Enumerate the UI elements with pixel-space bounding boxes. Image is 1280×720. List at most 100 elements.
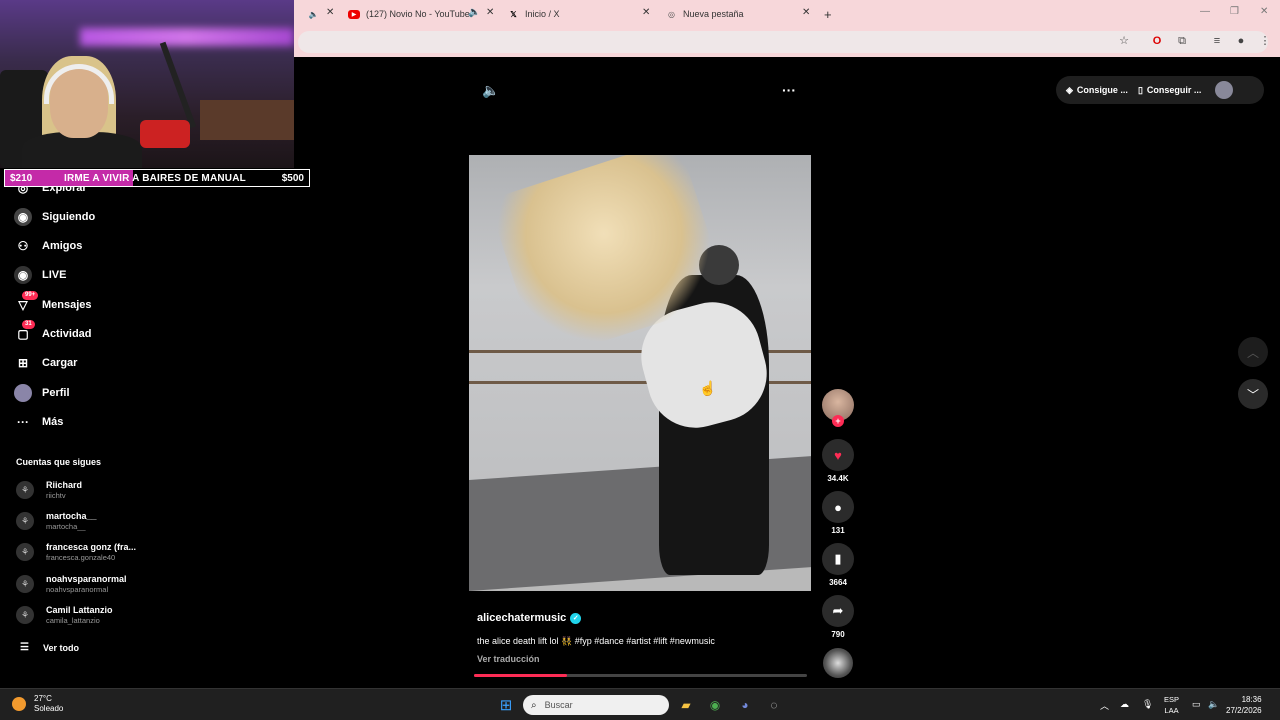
- sidebar-item-perfil[interactable]: Perfil: [14, 382, 70, 404]
- clock[interactable]: 18:36 27/2/2026: [1226, 694, 1262, 716]
- profile-icon[interactable]: ●: [1234, 34, 1248, 48]
- lang-layout: LAA: [1164, 706, 1179, 715]
- share-action[interactable]: ➦ 790: [822, 595, 854, 639]
- maximize-icon[interactable]: ❐: [1230, 6, 1239, 17]
- x-logo-icon: 𝕏: [510, 9, 517, 19]
- sidebar-item-label: Siguiendo: [42, 211, 96, 223]
- tab-youtube-title[interactable]: ▶ (127) Novio No - YouTube 🔈 ✕: [348, 4, 498, 24]
- following-account[interactable]: ⚘ martocha__ martocha__: [16, 511, 97, 531]
- see-translation-link[interactable]: Ver traducción: [477, 654, 540, 664]
- sidebar-item-cargar[interactable]: ⊞ Cargar: [14, 352, 78, 374]
- tab-title: Nueva pestaña: [683, 9, 744, 19]
- following-account[interactable]: ⚘ Camil Lattanzio camila_lattanzio: [16, 605, 113, 625]
- sidebar-item-mensajes[interactable]: ▽ 99+ Mensajes: [14, 291, 92, 316]
- sidebar-item-live[interactable]: ◉ LIVE: [14, 264, 66, 286]
- sidebar-item-siguiendo[interactable]: ◉ Siguiendo: [14, 206, 95, 228]
- account-name: Camil Lattanzio: [46, 605, 113, 615]
- input-language[interactable]: ESP LAA: [1164, 694, 1179, 716]
- get-app-button[interactable]: ◈ Consigue ...: [1066, 85, 1128, 96]
- file-explorer-icon[interactable]: ▰: [677, 696, 695, 714]
- close-icon[interactable]: ✕: [326, 7, 334, 18]
- more-icon: ···: [17, 415, 29, 429]
- following-section-title: Cuentas que sigues: [16, 457, 102, 467]
- following-icon: ◉: [14, 208, 32, 226]
- goal-title: IRME A VIVIR A BAIRES DE MANUAL: [64, 172, 246, 184]
- goal-target: $500: [281, 172, 304, 184]
- following-account[interactable]: ⚘ francesca gonz (fra... francesca.gonzal…: [16, 542, 136, 562]
- sidebar-item-label: Perfil: [42, 387, 70, 399]
- screen: 🔈 ✕ ▶ (127) Novio No - YouTube 🔈 ✕ 𝕏 Ini…: [0, 0, 1280, 720]
- see-all-link[interactable]: ☰ Ver todo: [20, 642, 79, 653]
- onedrive-icon[interactable]: ☁: [1120, 699, 1129, 710]
- star-icon[interactable]: ☆: [1117, 34, 1131, 48]
- microphone: [140, 120, 190, 148]
- windows-start-icon[interactable]: ⊞: [497, 696, 515, 714]
- speaker-icon[interactable]: 🔈: [468, 7, 480, 18]
- tab-new[interactable]: ◎ Nueva pestaña ✕: [666, 4, 816, 24]
- video-progress-bar[interactable]: [474, 674, 807, 677]
- avatar: ⚘: [16, 575, 34, 593]
- close-icon[interactable]: ✕: [642, 7, 650, 18]
- comment-icon[interactable]: ●: [822, 491, 854, 523]
- get-coins-label: Conseguir ...: [1146, 85, 1202, 95]
- chrome-icon[interactable]: ◉: [706, 696, 724, 714]
- video-author[interactable]: alicechatermusic ✓: [477, 612, 582, 624]
- mic-icon[interactable]: 🎙: [1142, 699, 1153, 710]
- verified-icon: ✓: [570, 612, 582, 624]
- comment-action[interactable]: ● 131: [822, 491, 854, 535]
- close-icon[interactable]: ✕: [802, 7, 810, 18]
- close-icon[interactable]: ✕: [486, 7, 494, 18]
- sidebar-item-mas[interactable]: ··· Más: [14, 411, 63, 433]
- menu-icon[interactable]: ⋮: [1258, 34, 1272, 48]
- following-account[interactable]: ⚘ Riichard riichtv: [16, 480, 82, 500]
- sidebar-item-label: Cargar: [42, 357, 78, 369]
- video-progress-fill: [474, 674, 568, 677]
- video-player[interactable]: [469, 155, 811, 591]
- messages-badge: 99+: [22, 291, 39, 300]
- new-tab-button[interactable]: +: [824, 4, 832, 24]
- windows-taskbar: 27°C Soleado ⊞ ⌕ Buscar ▰ ◉ ◕ ◌ ︿ ☁ 🎙 ESP…: [0, 688, 1280, 720]
- minimize-icon[interactable]: —: [1200, 6, 1210, 17]
- address-bar-row: [294, 28, 1280, 57]
- tab-x[interactable]: 𝕏 Inicio / X ✕: [508, 4, 658, 24]
- following-account[interactable]: ⚘ noahvsparanormal noahvsparanormal: [16, 574, 127, 594]
- media-icon[interactable]: ≡: [1210, 34, 1224, 48]
- account-name: martocha__: [46, 511, 97, 521]
- app-icon[interactable]: ◌: [765, 696, 783, 714]
- volume-icon[interactable]: 🔈: [1208, 699, 1219, 710]
- phone-icon: ▯: [1137, 84, 1143, 95]
- follow-plus-icon[interactable]: +: [832, 415, 844, 427]
- account-name: noahvsparanormal: [46, 574, 127, 584]
- chevron-up-icon[interactable]: ︿: [1238, 337, 1268, 367]
- video-caption: the alice death lift lol 👯 #fyp #dance #…: [477, 636, 715, 646]
- volume-icon[interactable]: 🔈: [482, 82, 499, 99]
- taskbar-search[interactable]: ⌕ Buscar: [523, 695, 669, 715]
- hand-cursor-icon: ☝: [699, 380, 717, 396]
- more-options-icon[interactable]: ···: [782, 82, 796, 98]
- like-count: 34.4K: [827, 474, 849, 483]
- heart-icon[interactable]: ♥: [822, 439, 854, 471]
- get-coins-button[interactable]: ▯ Conseguir ...: [1138, 85, 1201, 96]
- sidebar-item-actividad[interactable]: ▢ 31 Actividad: [14, 320, 92, 345]
- extensions-icon[interactable]: ⧉: [1175, 34, 1189, 48]
- sun-icon: [12, 697, 26, 711]
- speaker-icon[interactable]: 🔈: [308, 9, 319, 20]
- close-window-icon[interactable]: ✕: [1260, 6, 1268, 17]
- music-disc-icon[interactable]: [823, 648, 853, 678]
- messages-icon: ▽ 99+: [14, 291, 39, 314]
- chevron-down-icon[interactable]: ﹀: [1238, 379, 1268, 409]
- save-action[interactable]: ▮ 3664: [822, 543, 854, 587]
- tab-youtube[interactable]: 🔈 ✕: [308, 4, 335, 24]
- goal-current: $210: [10, 172, 33, 184]
- opera-icon[interactable]: O: [1150, 34, 1164, 48]
- network-icon[interactable]: ▭: [1192, 699, 1201, 710]
- discord-icon[interactable]: ◕: [736, 696, 754, 714]
- bookmark-icon[interactable]: ▮: [822, 543, 854, 575]
- sidebar-item-amigos[interactable]: ⚇ Amigos: [14, 235, 83, 257]
- tray-expand-icon[interactable]: ︿: [1100, 699, 1109, 712]
- account-name: francesca gonz (fra...: [46, 542, 137, 552]
- weather-widget[interactable]: 27°C Soleado: [12, 694, 63, 714]
- user-avatar[interactable]: [1215, 81, 1234, 99]
- share-icon[interactable]: ➦: [822, 595, 854, 627]
- like-action[interactable]: ♥ 34.4K: [822, 439, 854, 483]
